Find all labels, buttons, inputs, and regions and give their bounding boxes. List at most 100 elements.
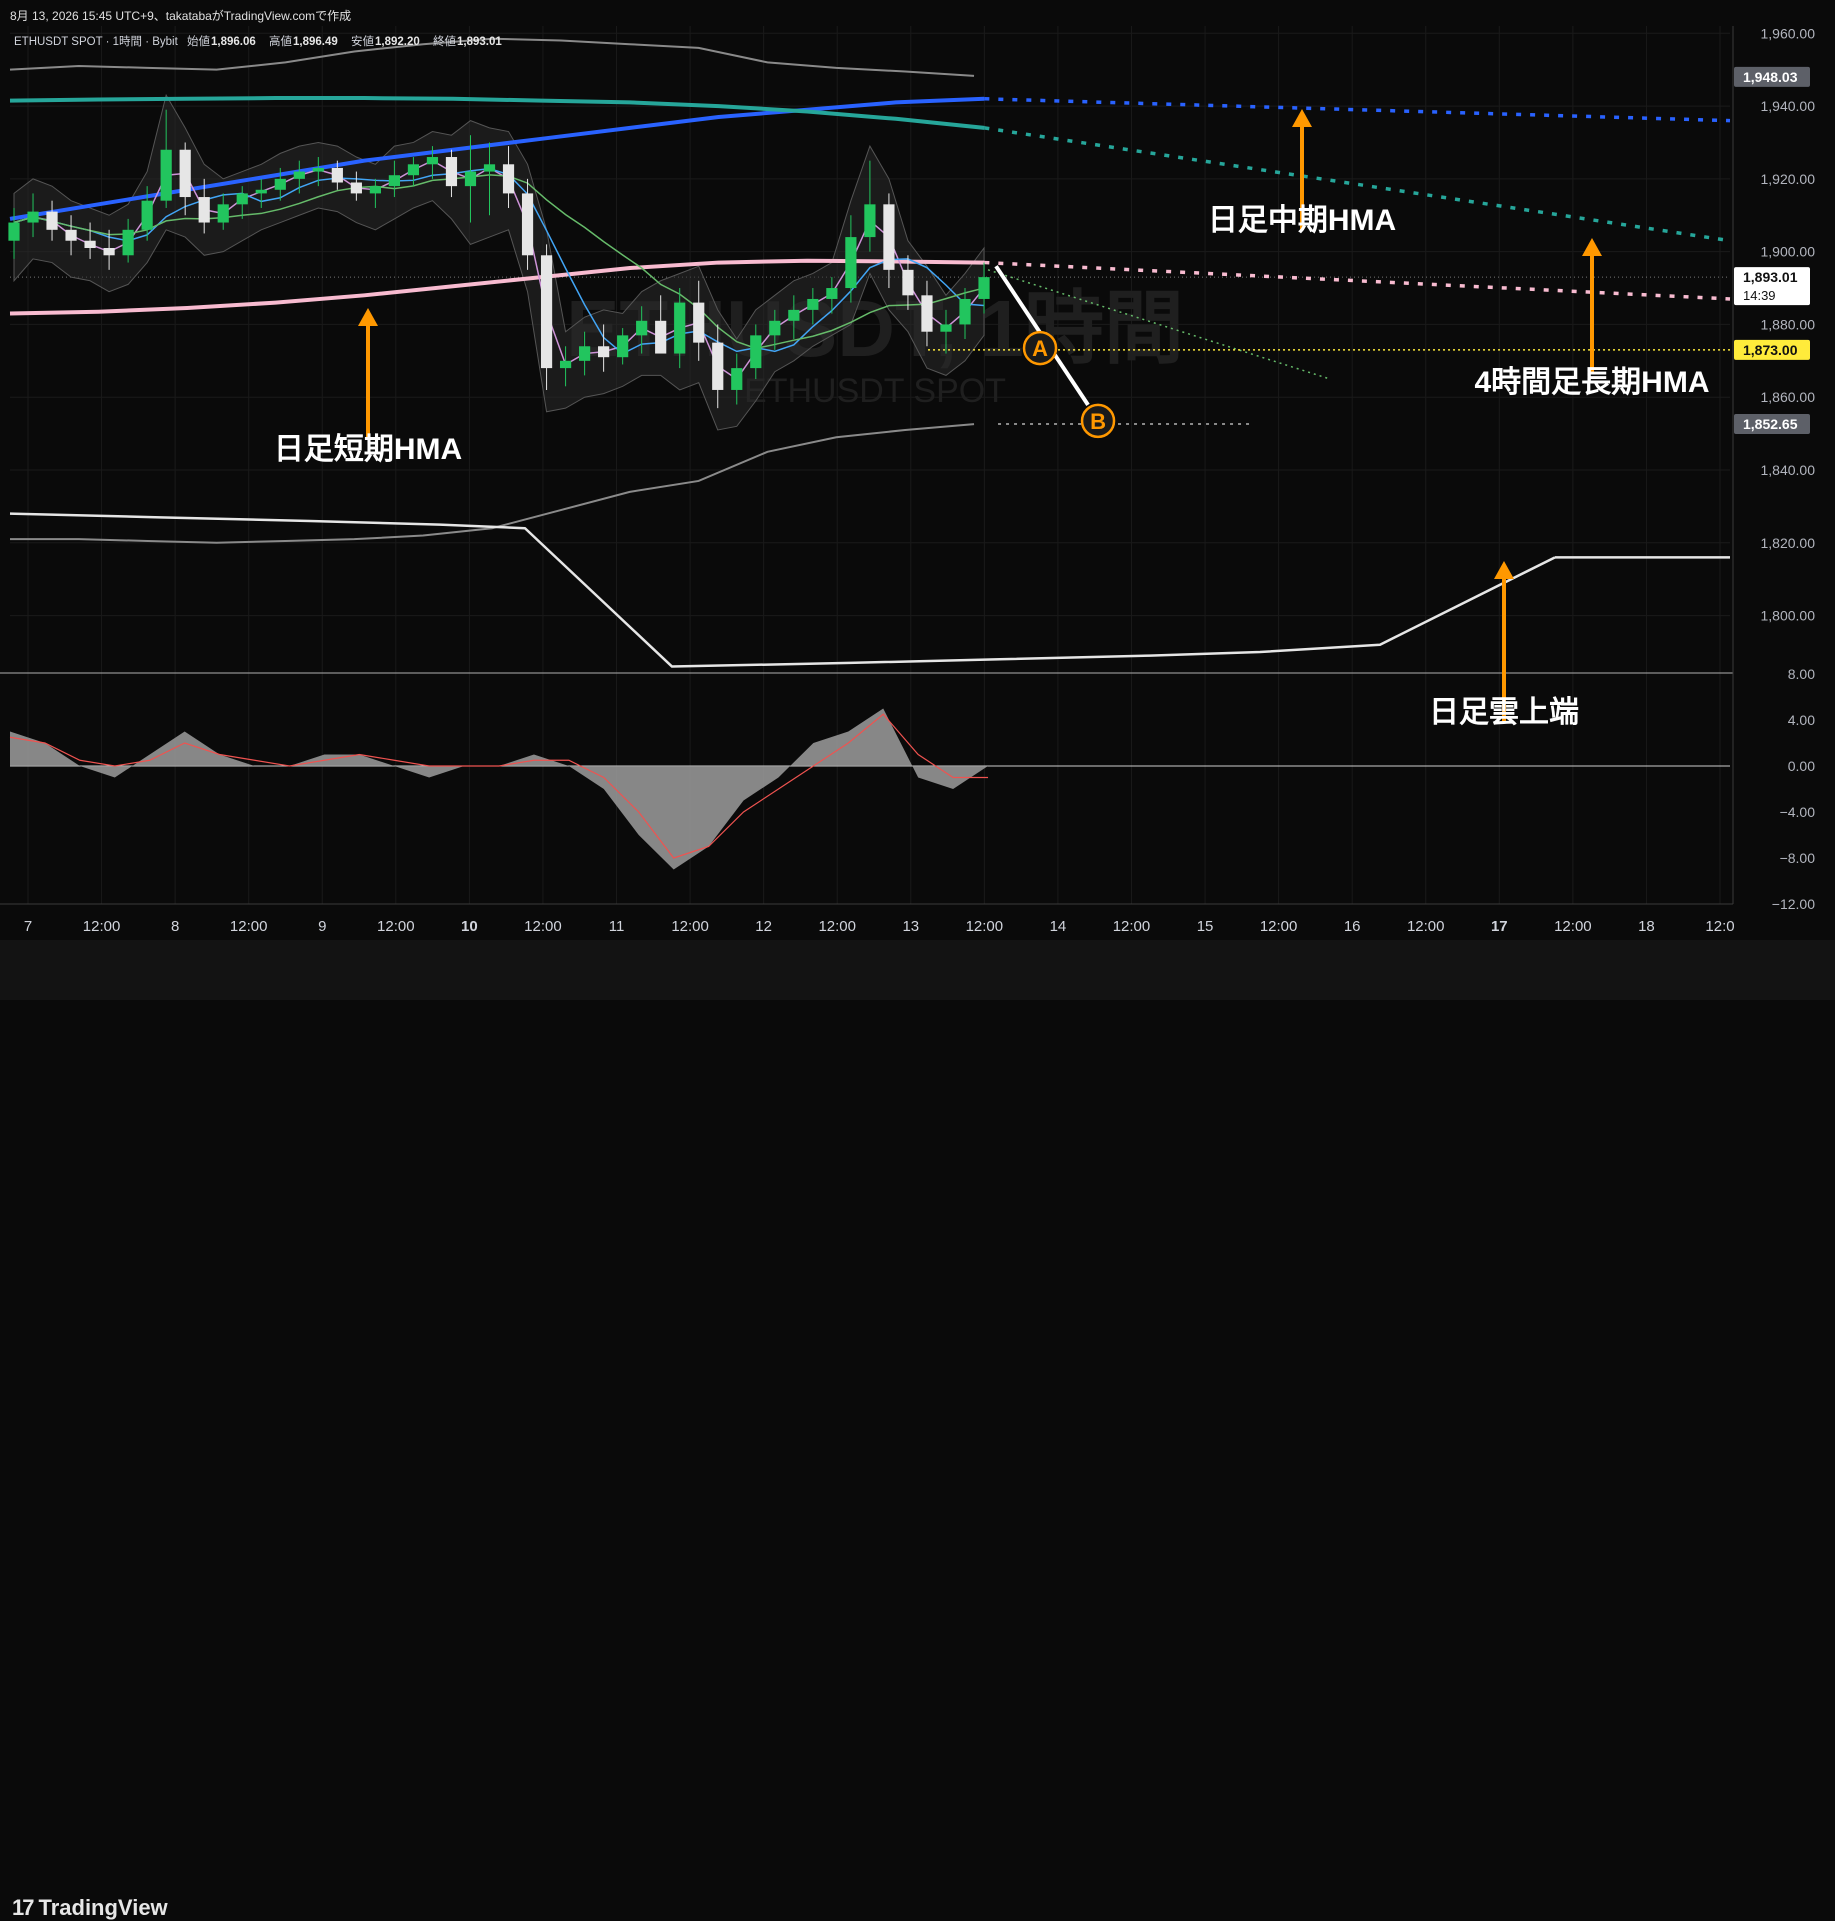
candle-body [198,197,210,223]
time-tick-label: 11 [609,918,625,935]
candle-body [845,237,857,289]
time-tick-label: 9 [318,918,326,935]
time-tick-label: 12:00 [1554,918,1592,935]
price-tick-label: 1,820.00 [1761,535,1816,551]
candle-body [693,302,705,343]
annotation-label: 4時間足長期HMA [1474,366,1709,399]
time-tick-label: 12:00 [671,918,709,935]
time-tick-label: 12:0 [1705,918,1734,935]
candle-body [559,360,572,369]
candle-body [65,229,77,241]
price-tick-label: 1,940.00 [1761,98,1816,114]
time-tick-label: 8 [171,918,179,935]
time-tick-label: 18 [1638,918,1655,935]
candle-body [407,164,420,176]
time-tick-label: 13 [902,918,919,935]
candle-body [921,295,933,332]
point-a-marker: A [1022,330,1058,366]
candle-body [731,368,743,390]
candle-body [712,342,724,390]
price-label: 1,873.00 [1734,339,1810,360]
osc-tick-label: −12.00 [1772,896,1815,912]
marker-label: B [1090,409,1106,434]
candle-body [350,182,362,194]
watermark-subtitle: ETHUSDT SPOT [744,372,1006,410]
candle-body [579,346,591,361]
time-tick-label: 12:00 [1113,918,1151,935]
ohlc-value: 1,892.20 [375,36,420,48]
candle-body [940,324,952,332]
tradingview-logo[interactable]: 17 TradingView [12,1895,168,1921]
candle-body [521,193,534,256]
price-tick-label: 1,900.00 [1761,244,1816,260]
candle-body [540,255,553,369]
annotation-label: 日足短期HMA [274,433,462,466]
marker-label: A [1032,336,1048,361]
candle-body [674,302,686,354]
osc-tick-label: −4.00 [1780,804,1816,820]
candle-body [636,320,648,336]
candle-body [179,149,191,198]
candle-body [502,164,515,194]
price-tick-label: 1,860.00 [1761,389,1816,405]
candle-body [864,204,876,238]
candle-body [883,204,895,270]
candle-body [160,149,172,201]
price-tick-label: 1,800.00 [1761,608,1816,624]
top-bar: 8月 13, 2026 15:45 UTC+9、takatabaがTrading… [0,0,1835,26]
candle-body [464,171,477,187]
candle-body [445,157,458,187]
time-tick-label: 12:00 [230,918,268,935]
price-label-countdown: 14:39 [1743,288,1776,303]
time-tick-label: 12:00 [1260,918,1298,935]
time-tick-label: 12 [755,918,772,935]
candle-body [274,178,286,190]
symbol-line: ETHUSDT SPOT · 1時間 · Bybit [14,35,179,48]
candle-body [617,335,629,358]
candle-body [902,269,914,296]
price-label-value: 1,873.00 [1743,342,1798,358]
candle-body [483,164,496,172]
candle-body [959,298,971,325]
price-label-value: 1,852.65 [1743,416,1798,432]
candle-body [769,320,781,336]
price-axis[interactable]: 1,960.00 1,940.00 1,920.00 1,900.00 1,880.00… [1734,26,1835,912]
osc-tick-label: 0.00 [1788,758,1815,774]
candle-body [255,189,267,194]
ohlc-label: 高値 [269,34,292,48]
price-label-value: 1,948.03 [1743,69,1798,85]
time-tick-label: 14 [1050,918,1067,935]
ohlc-label: 安値 [351,34,374,48]
time-tick-label: 12:00 [377,918,415,935]
time-tick-label: 17 [1491,918,1508,935]
annotation-label: 日足中期HMA [1208,204,1396,237]
candle-body [46,211,58,230]
time-tick-label: 12:00 [818,918,856,935]
price-label: 1,893.01 14:39 [1734,267,1810,306]
candle-body [426,157,439,165]
candle-body [807,298,819,310]
footer-bar: 17 TradingView [0,940,1835,1920]
osc-tick-label: 4.00 [1788,712,1815,728]
candle-body [103,248,115,256]
time-tick-label: 16 [1344,918,1361,935]
ohlc-value: 1,893.01 [457,36,502,48]
price-label: 1,948.03 [1734,66,1810,87]
candle-body [788,309,800,321]
candle-body [369,186,381,194]
time-tick-label: 10 [461,918,478,935]
osc-tick-label: −8.00 [1780,850,1816,866]
time-tick-label: 12:00 [966,918,1004,935]
annotation-label: 日足雲上端 [1429,696,1579,729]
chart-canvas[interactable]: ETHUSDT, 1時間 ETHUSDT SPOT AB 日足中期HMA4時間足… [0,26,1835,940]
price-tick-label: 1,840.00 [1761,462,1816,478]
price-tick-label: 1,880.00 [1761,316,1816,332]
candle-body [8,222,20,241]
osc-tick-label: 8.00 [1788,666,1815,682]
candle-body [750,335,762,369]
price-label-value: 1,893.01 [1743,269,1798,285]
candle-body [655,320,667,354]
candle-body [236,193,248,205]
point-b-marker: B [1080,403,1116,439]
time-tick-label: 12:00 [524,918,562,935]
